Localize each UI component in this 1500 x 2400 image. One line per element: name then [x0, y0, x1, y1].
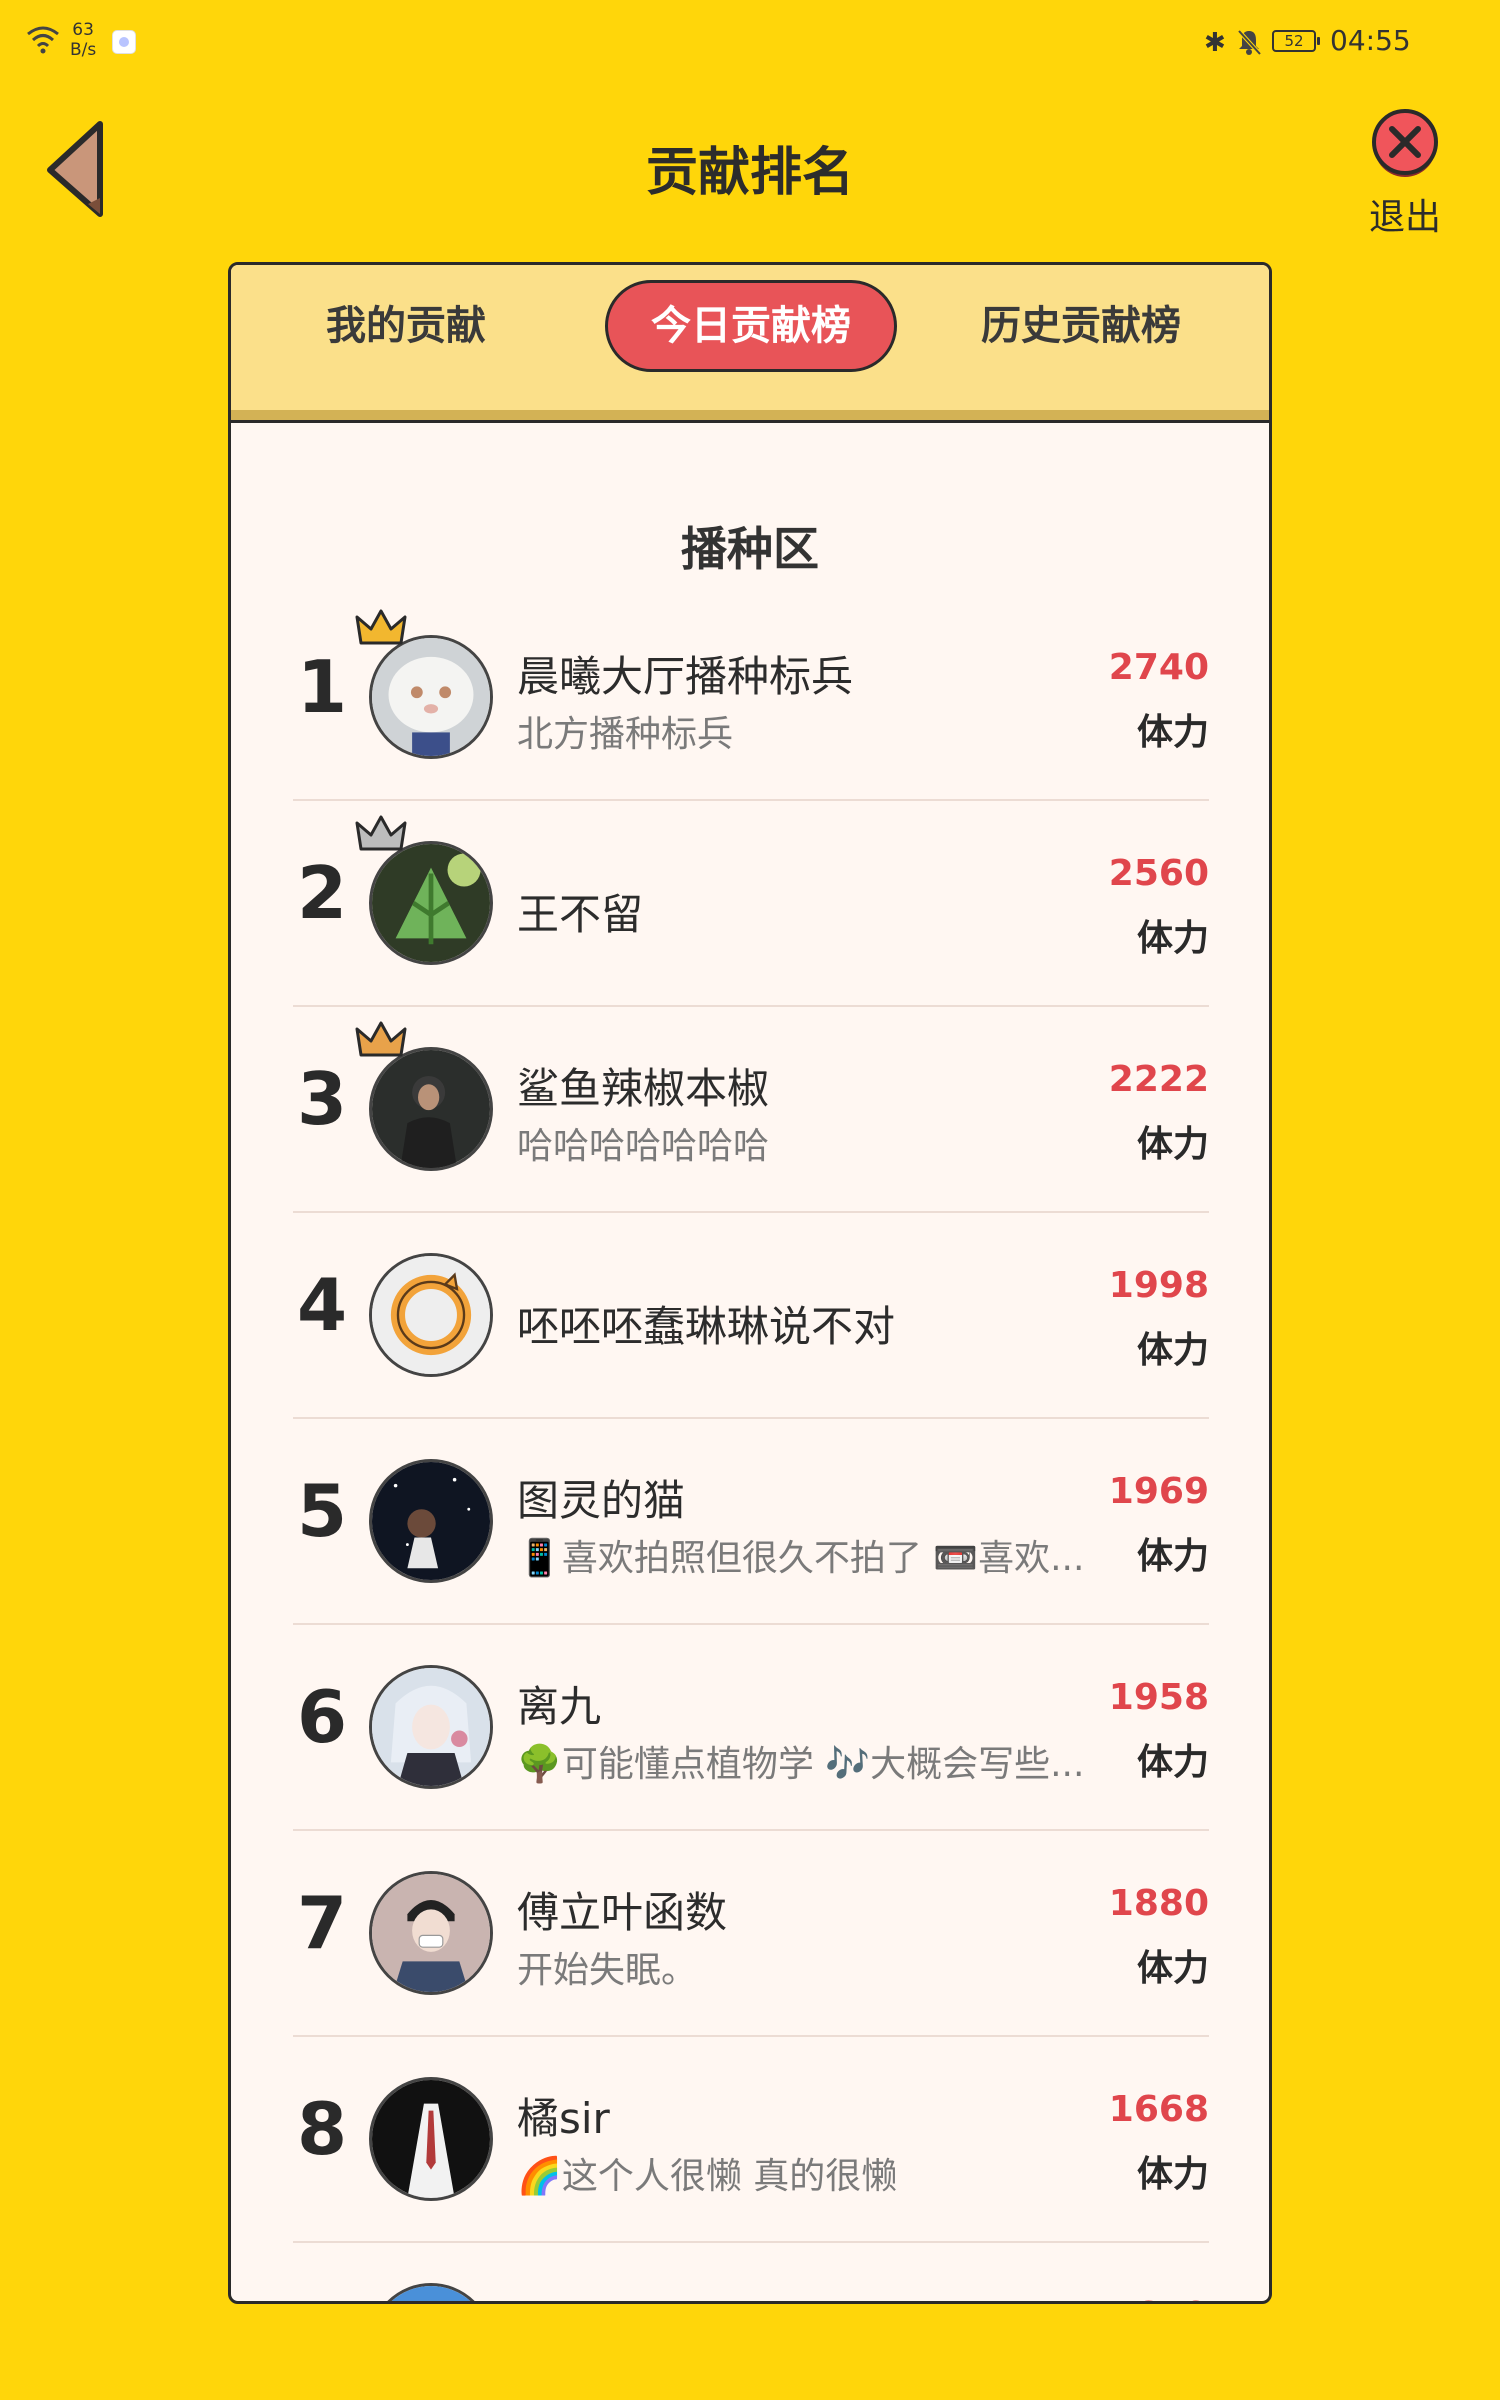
score-unit: 体力: [1136, 918, 1209, 959]
battery-indicator: 52: [1272, 30, 1320, 52]
avatar[interactable]: [369, 1253, 493, 1377]
score-value: 1969: [1108, 1471, 1209, 1512]
list-item[interactable]: 6 离九 🌳可能懂点植物学 🎶大概会写些... 1958 体力: [293, 1625, 1209, 1831]
network-speed-value: 63: [72, 20, 94, 40]
score-value: 1880: [1108, 1883, 1209, 1924]
user-name: 图灵的猫: [517, 1476, 686, 1525]
user-motto: 哈哈哈哈哈哈哈: [517, 1126, 770, 1167]
network-speed: 63 B/s: [70, 20, 96, 60]
score-value: 2560: [1108, 853, 1209, 894]
bluetooth-icon: ✱: [1204, 28, 1226, 58]
avatar[interactable]: [369, 1047, 493, 1171]
rank-number: 1: [296, 645, 348, 729]
user-name: 傅立叶函数: [517, 1888, 728, 1937]
list-item[interactable]: 7 傅立叶函数 开始失眠。 1880 体力: [293, 1831, 1209, 2037]
user-name: 离九: [517, 1682, 602, 1731]
network-speed-unit: B/s: [70, 40, 97, 60]
score-value: 1958: [1108, 1677, 1209, 1718]
user-name: 橘sir: [517, 2094, 610, 2143]
score-unit: 体力: [1136, 1536, 1209, 1577]
notification-app-icon: [112, 30, 136, 54]
avatar[interactable]: [369, 635, 493, 759]
avatar[interactable]: [369, 1665, 493, 1789]
list-item[interactable]: 8 橘sir 🌈这个人很懒 真的很懒 1668 体力: [293, 2037, 1209, 2243]
score-unit: 体力: [1136, 1948, 1209, 1989]
rank-number: 4: [296, 1263, 348, 1347]
tab-bar: 我的贡献 今日贡献榜 历史贡献榜: [231, 265, 1269, 423]
tab-history-ranking[interactable]: 历史贡献榜: [951, 280, 1211, 372]
score-value: 1668: [1108, 2089, 1209, 2130]
list-item[interactable]: 1 晨曦大厅播种标兵 北方播种标兵 2740 体力: [293, 595, 1209, 801]
bronze-crown-icon: [355, 1021, 407, 1057]
score-value: 1659: [1109, 2295, 1209, 2301]
list-item[interactable]: 2 王不留 2560 体力: [293, 801, 1209, 1007]
rank-number: 5: [296, 1469, 348, 1553]
user-motto: 🌈这个人很懒 真的很懒: [517, 2156, 898, 2197]
user-motto: 开始失眠。: [517, 1950, 698, 1991]
clock: 04:55: [1330, 24, 1411, 57]
user-name: 迷人又努力的砂糖酱: [517, 2291, 1077, 2301]
user-name: 呸呸呸蠢琳琳说不对: [517, 1302, 896, 1351]
avatar[interactable]: [369, 2077, 493, 2201]
score-unit: 体力: [1136, 1124, 1209, 1165]
close-icon: [1372, 109, 1438, 177]
user-name: 王不留: [517, 890, 644, 939]
score-unit: 体力: [1136, 2154, 1209, 2195]
avatar[interactable]: [369, 1871, 493, 1995]
muted-bell-icon: [1237, 29, 1262, 56]
score-unit: 体力: [1136, 712, 1209, 753]
status-bar: 63 B/s ✱ 52 04:55: [0, 0, 1500, 80]
rank-number: 6: [296, 1675, 348, 1759]
user-name: 晨曦大厅播种标兵: [517, 652, 854, 701]
ranking-list[interactable]: 1 晨曦大厅播种标兵 北方播种标兵 2740 体力 2 王不留 2560 体力: [293, 595, 1209, 2301]
section-title: 播种区: [681, 522, 819, 576]
list-item[interactable]: 5 图灵的猫 📱喜欢拍照但很久不拍了 📼喜欢... 1969 体力: [293, 1419, 1209, 1625]
score-value: 2222: [1108, 1059, 1209, 1100]
user-name: 鲨鱼辣椒本椒: [517, 1064, 770, 1113]
score-unit: 体力: [1136, 1742, 1209, 1783]
list-item[interactable]: 4 呸呸呸蠢琳琳说不对 1998 体力: [293, 1213, 1209, 1419]
user-motto: 北方播种标兵: [517, 714, 734, 755]
tab-my-contribution[interactable]: 我的贡献: [291, 280, 521, 372]
rank-number: 7: [296, 1881, 348, 1965]
gold-crown-icon: [355, 609, 407, 645]
rank-number: 2: [296, 851, 348, 935]
user-motto: 📱喜欢拍照但很久不拍了 📼喜欢...: [517, 1538, 1085, 1579]
exit-label: 退出: [1368, 197, 1441, 238]
tab-today-ranking[interactable]: 今日贡献榜: [605, 280, 897, 372]
score-value: 2740: [1108, 647, 1209, 688]
avatar[interactable]: [369, 841, 493, 965]
list-item[interactable]: 3 鲨鱼辣椒本椒 哈哈哈哈哈哈哈 2222 体力: [293, 1007, 1209, 1213]
leaderboard-card: 我的贡献 今日贡献榜 历史贡献榜 播种区 1 晨曦大厅播种标兵 北方播种标兵 2…: [228, 262, 1272, 2304]
user-motto: 🌳可能懂点植物学 🎶大概会写些...: [517, 1744, 1085, 1785]
page-title: 贡献排名: [645, 143, 854, 203]
wifi-icon: [27, 26, 59, 54]
rank-number: 8: [296, 2087, 348, 2171]
score-unit: 体力: [1136, 1330, 1209, 1371]
avatar[interactable]: [369, 2283, 493, 2301]
avatar[interactable]: [369, 1459, 493, 1583]
rank-number: 9: [293, 2293, 351, 2301]
rank-number: 3: [296, 1057, 348, 1141]
silver-crown-icon: [355, 815, 407, 851]
list-item[interactable]: 9 迷人又努力的砂糖酱 1659 体力: [293, 2243, 1209, 2301]
exit-button[interactable]: 退出: [1362, 108, 1448, 238]
score-value: 1998: [1108, 1265, 1209, 1306]
